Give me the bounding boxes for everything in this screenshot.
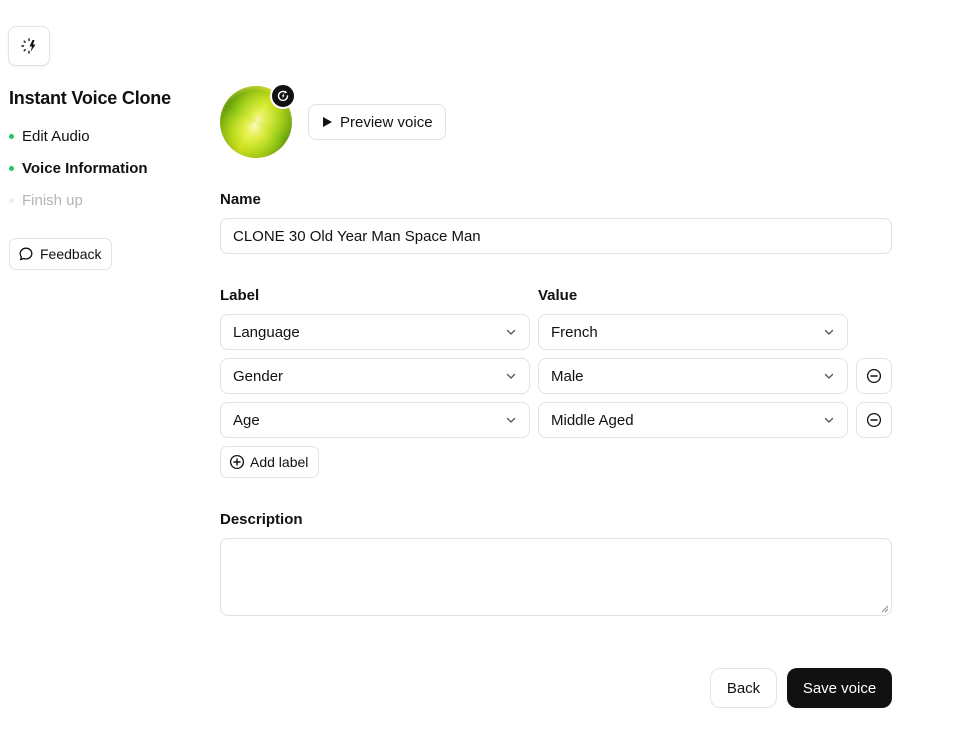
chevron-down-icon <box>506 417 516 423</box>
value-column-header: Value <box>538 287 578 304</box>
value-select-value: Male <box>551 367 584 385</box>
refresh-bolt-icon <box>277 90 289 102</box>
value-select-age[interactable]: Middle Aged <box>538 402 848 438</box>
resize-grip-icon[interactable] <box>881 605 889 613</box>
sidebar-title: Instant Voice Clone <box>9 88 171 108</box>
add-label-text: Add label <box>250 454 309 470</box>
step-list: Edit Audio Voice Information Finish up <box>9 126 148 222</box>
minus-circle-icon <box>866 368 882 384</box>
play-icon <box>323 117 332 127</box>
step-label: Voice Information <box>22 159 148 177</box>
value-select-language[interactable]: French <box>538 314 848 350</box>
step-voice-information[interactable]: Voice Information <box>9 158 148 178</box>
plus-circle-icon <box>229 454 245 470</box>
preview-voice-button[interactable]: Preview voice <box>308 104 446 140</box>
description-field-label: Description <box>220 511 303 528</box>
back-button[interactable]: Back <box>710 668 777 708</box>
app-logo-button[interactable] <box>8 26 50 66</box>
label-select-language[interactable]: Language <box>220 314 530 350</box>
description-textarea[interactable] <box>220 538 892 616</box>
step-status-dot <box>9 133 14 139</box>
minus-circle-icon <box>866 412 882 428</box>
label-select-value: Age <box>233 411 260 429</box>
step-status-dot <box>9 197 14 203</box>
label-select-gender[interactable]: Gender <box>220 358 530 394</box>
save-voice-button[interactable]: Save voice <box>787 668 892 708</box>
step-finish-up: Finish up <box>9 190 148 210</box>
label-column-header: Label <box>220 287 260 304</box>
value-select-value: French <box>551 323 598 341</box>
label-select-age[interactable]: Age <box>220 402 530 438</box>
label-select-value: Gender <box>233 367 284 385</box>
feedback-label: Feedback <box>40 246 102 262</box>
step-label: Edit Audio <box>22 127 90 145</box>
remove-label-button-gender[interactable] <box>856 358 892 394</box>
step-status-dot <box>9 165 14 171</box>
feedback-button[interactable]: Feedback <box>9 238 113 270</box>
step-edit-audio[interactable]: Edit Audio <box>9 126 148 146</box>
value-select-value: Middle Aged <box>551 411 634 429</box>
chevron-down-icon <box>824 417 834 423</box>
name-field-label: Name <box>220 191 261 208</box>
value-select-gender[interactable]: Male <box>538 358 848 394</box>
step-label: Finish up <box>22 191 83 209</box>
name-input-value: CLONE 30 Old Year Man Space Man <box>233 227 481 245</box>
chevron-down-icon <box>824 373 834 379</box>
add-label-button[interactable]: Add label <box>220 446 320 478</box>
name-input[interactable]: CLONE 30 Old Year Man Space Man <box>220 218 892 254</box>
regenerate-avatar-button[interactable] <box>270 83 296 109</box>
chevron-down-icon <box>824 329 834 335</box>
preview-voice-label: Preview voice <box>340 113 433 131</box>
chevron-down-icon <box>506 329 516 335</box>
chevron-down-icon <box>506 373 516 379</box>
remove-label-button-age[interactable] <box>856 402 892 438</box>
loading-bolt-icon <box>21 38 36 54</box>
label-select-value: Language <box>233 323 300 341</box>
chat-bubble-icon <box>19 247 33 261</box>
